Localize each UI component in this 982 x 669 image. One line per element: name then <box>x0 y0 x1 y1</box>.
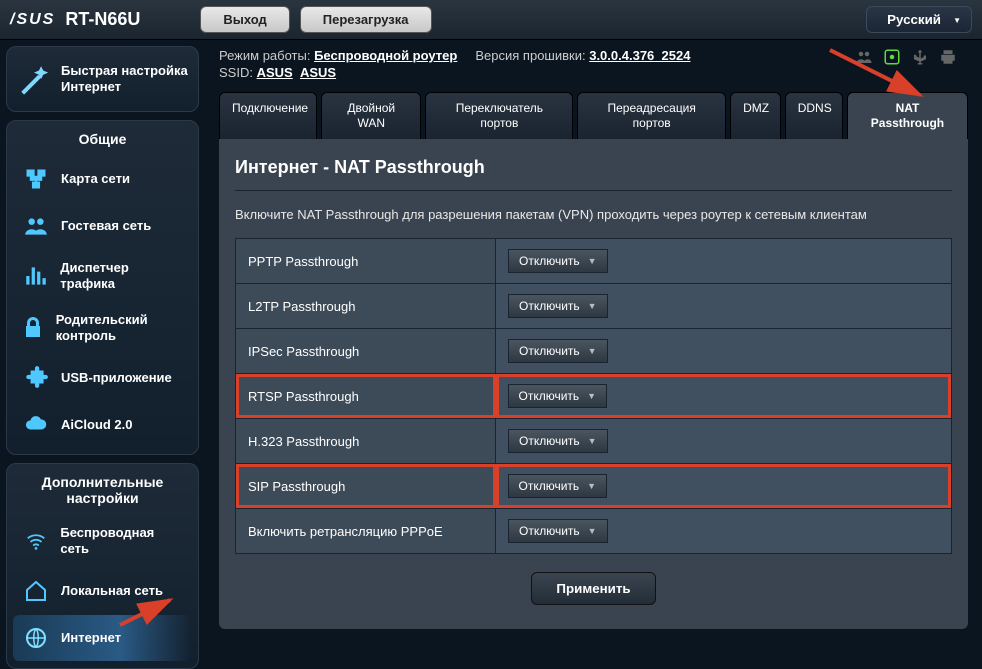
sidebar-item-network-map[interactable]: Карта сети <box>13 156 192 202</box>
top-bar: /SUS RT-N66U Выход Перезагрузка Русский <box>0 0 982 40</box>
tab-dmz[interactable]: DMZ <box>730 92 781 139</box>
setting-label: Включить ретрансляцию PPPoE <box>236 509 496 554</box>
sidebar-item-label: Карта сети <box>61 171 130 187</box>
sidebar-item-traffic-manager[interactable]: Диспетчер трафика <box>13 250 192 301</box>
info-line-2: SSID: ASUS ASUS <box>219 65 968 80</box>
fw-label: Версия прошивки: <box>475 48 585 63</box>
setting-label: IPSec Passthrough <box>236 329 496 374</box>
setting-cell: Отключить <box>496 464 952 509</box>
puzzle-icon <box>21 364 51 390</box>
tab-port-trigger[interactable]: Переключатель портов <box>425 92 573 139</box>
ssid-link-2[interactable]: ASUS <box>300 65 336 80</box>
wifi-icon <box>21 528 50 554</box>
model-name: RT-N66U <box>65 9 140 30</box>
mode-link[interactable]: Беспроводной роутер <box>314 48 457 63</box>
sidebar-item-label: Гостевая сеть <box>61 218 151 234</box>
mode-label: Режим работы: <box>219 48 310 63</box>
setting-label: SIP Passthrough <box>236 464 496 509</box>
sidebar-item-label: Беспроводная сеть <box>60 525 184 556</box>
setting-row: PPTP Passthrough Отключить <box>236 239 952 284</box>
general-header: Общие <box>11 127 194 155</box>
tab-port-forward[interactable]: Переадресация портов <box>577 92 726 139</box>
general-card: Общие Карта сети Гостевая сеть Диспетчер… <box>6 120 199 455</box>
tab-dual-wan[interactable]: Двойной WAN <box>321 92 421 139</box>
logout-button[interactable]: Выход <box>200 6 289 33</box>
panel-title: Интернет - NAT Passthrough <box>235 157 952 191</box>
fw-link[interactable]: 3.0.0.4.376_2524 <box>589 48 690 63</box>
quick-internet-setup[interactable]: Быстрая настройка Интернет <box>11 53 194 105</box>
setting-row: IPSec Passthrough Отключить <box>236 329 952 374</box>
main-content: Режим работы: Беспроводной роутер Версия… <box>205 40 982 669</box>
setting-row: Включить ретрансляцию PPPoE Отключить <box>236 509 952 554</box>
setting-label: L2TP Passthrough <box>236 284 496 329</box>
reboot-button[interactable]: Перезагрузка <box>300 6 432 33</box>
sidebar-item-label: Локальная сеть <box>61 583 163 599</box>
panel-description: Включите NAT Passthrough для разрешения … <box>235 207 952 222</box>
language-select[interactable]: Русский <box>866 6 972 33</box>
setting-row: SIP Passthrough Отключить <box>236 464 952 509</box>
setting-cell: Отключить <box>496 284 952 329</box>
setting-row: H.323 Passthrough Отключить <box>236 419 952 464</box>
advanced-card: Дополнительные настройки Беспроводная се… <box>6 463 199 668</box>
sidebar-item-usb-app[interactable]: USB-приложение <box>13 354 192 400</box>
sidebar-item-label: AiCloud 2.0 <box>61 417 133 433</box>
sidebar-item-parental-control[interactable]: Родительский контроль <box>13 302 192 353</box>
sidebar-item-lan[interactable]: Локальная сеть <box>13 568 192 614</box>
tab-ddns[interactable]: DDNS <box>785 92 843 139</box>
setting-select[interactable]: Отключить <box>508 384 608 408</box>
setting-cell: Отключить <box>496 239 952 284</box>
sidebar-item-label: Родительский контроль <box>56 312 184 343</box>
network-map-icon <box>21 166 51 192</box>
sidebar-item-wireless[interactable]: Беспроводная сеть <box>13 515 192 566</box>
advanced-header: Дополнительные настройки <box>11 470 194 514</box>
quick-setup-card: Быстрая настройка Интернет <box>6 46 199 112</box>
sidebar-item-label: USB-приложение <box>61 370 172 386</box>
setting-label: H.323 Passthrough <box>236 419 496 464</box>
cloud-icon <box>21 411 51 437</box>
tab-connection[interactable]: Подключение <box>219 92 317 139</box>
lock-icon <box>21 315 46 341</box>
traffic-icon <box>21 263 50 289</box>
sidebar-item-internet[interactable]: Интернет <box>13 615 192 661</box>
wand-icon <box>17 61 51 97</box>
setting-select[interactable]: Отключить <box>508 519 608 543</box>
tab-bar: Подключение Двойной WAN Переключатель по… <box>219 92 968 139</box>
apply-button[interactable]: Применить <box>531 572 655 605</box>
setting-select[interactable]: Отключить <box>508 474 608 498</box>
sidebar-item-guest-network[interactable]: Гостевая сеть <box>13 203 192 249</box>
setting-select[interactable]: Отключить <box>508 339 608 363</box>
ssid-link-1[interactable]: ASUS <box>257 65 293 80</box>
setting-select[interactable]: Отключить <box>508 294 608 318</box>
setting-select[interactable]: Отключить <box>508 429 608 453</box>
setting-row: L2TP Passthrough Отключить <box>236 284 952 329</box>
sidebar: Быстрая настройка Интернет Общие Карта с… <box>0 40 205 669</box>
setting-select[interactable]: Отключить <box>508 249 608 273</box>
setting-row: RTSP Passthrough Отключить <box>236 374 952 419</box>
globe-icon <box>21 625 51 651</box>
sidebar-item-label: Интернет <box>61 630 121 646</box>
setting-cell: Отключить <box>496 509 952 554</box>
tab-nat-passthrough[interactable]: NAT Passthrough <box>847 92 968 139</box>
info-line-1: Режим работы: Беспроводной роутер Версия… <box>219 48 968 63</box>
panel-nat-passthrough: Интернет - NAT Passthrough Включите NAT … <box>219 139 968 629</box>
quick-setup-label: Быстрая настройка Интернет <box>61 63 188 94</box>
brand-logo: /SUS <box>10 11 55 29</box>
setting-label: RTSP Passthrough <box>236 374 496 419</box>
home-icon <box>21 578 51 604</box>
setting-label: PPTP Passthrough <box>236 239 496 284</box>
setting-cell: Отключить <box>496 419 952 464</box>
ssid-label: SSID: <box>219 65 253 80</box>
setting-cell: Отключить <box>496 374 952 419</box>
settings-table: PPTP PassthroughОтключитьL2TP Passthroug… <box>235 238 952 554</box>
sidebar-item-aicloud[interactable]: AiCloud 2.0 <box>13 401 192 447</box>
sidebar-item-label: Диспетчер трафика <box>60 260 184 291</box>
setting-cell: Отключить <box>496 329 952 374</box>
guest-network-icon <box>21 213 51 239</box>
